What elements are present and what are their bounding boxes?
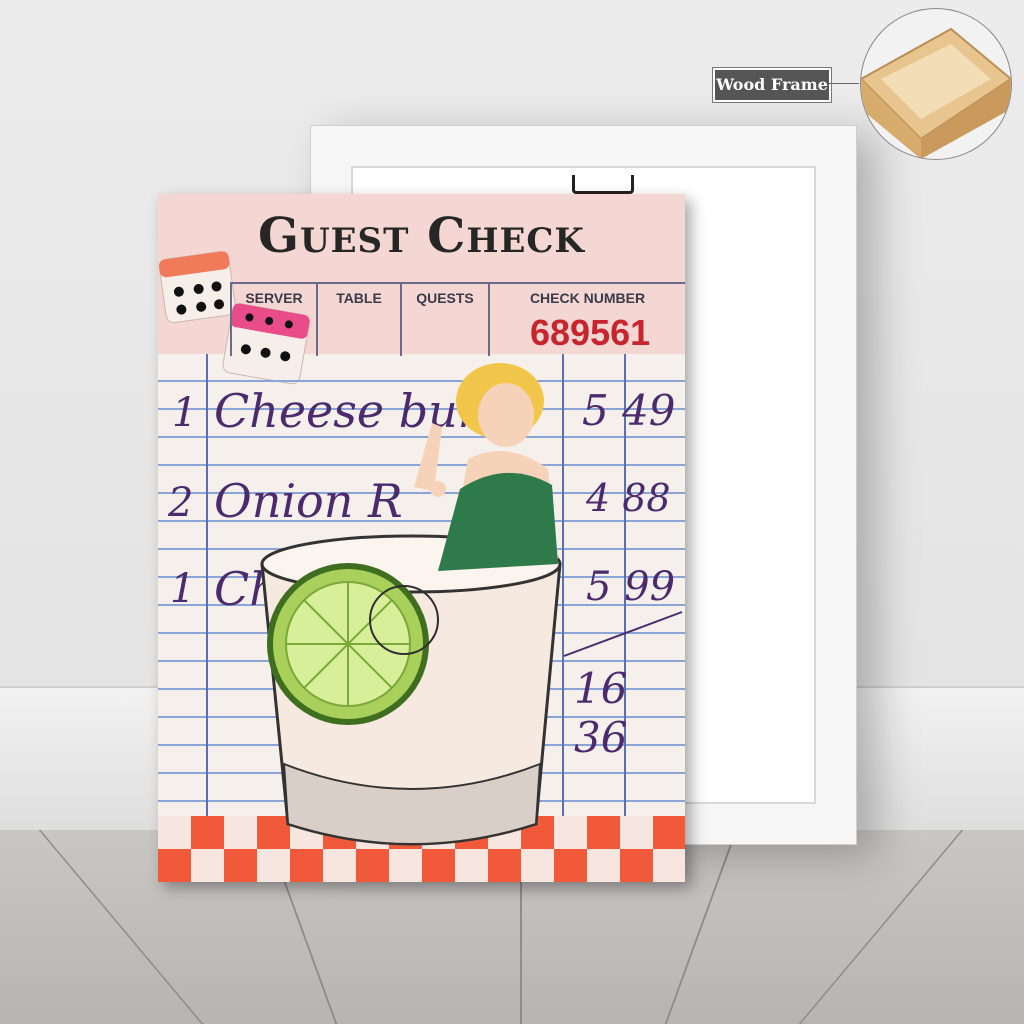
item-qty-3: 1 xyxy=(170,566,196,612)
header-table: TABLE xyxy=(316,284,400,356)
header-quests: QUESTS xyxy=(400,284,488,356)
artwork-canvas: Guest Check SERVER TABLE QUESTS CHECK NU… xyxy=(158,194,685,882)
item-qty-1: 1 xyxy=(172,390,198,436)
total-amount: 16 36 xyxy=(574,664,628,762)
item-name-2: Onion R xyxy=(214,474,403,528)
total-underline xyxy=(563,611,683,657)
callout-line xyxy=(829,83,859,84)
wood-frame-detail-icon xyxy=(860,8,1012,160)
sawtooth-hanger xyxy=(572,175,634,194)
item-price-1: 5 49 xyxy=(582,386,676,435)
check-number: 689561 xyxy=(530,312,651,353)
pinup-woman-illustration xyxy=(414,363,558,571)
wood-frame-label: Wood Frame xyxy=(713,68,831,102)
item-price-2: 4 88 xyxy=(586,476,671,520)
item-qty-2: 2 xyxy=(168,480,194,526)
header-server: SERVER xyxy=(230,284,316,356)
cocktail-glass-illustration xyxy=(260,534,562,846)
